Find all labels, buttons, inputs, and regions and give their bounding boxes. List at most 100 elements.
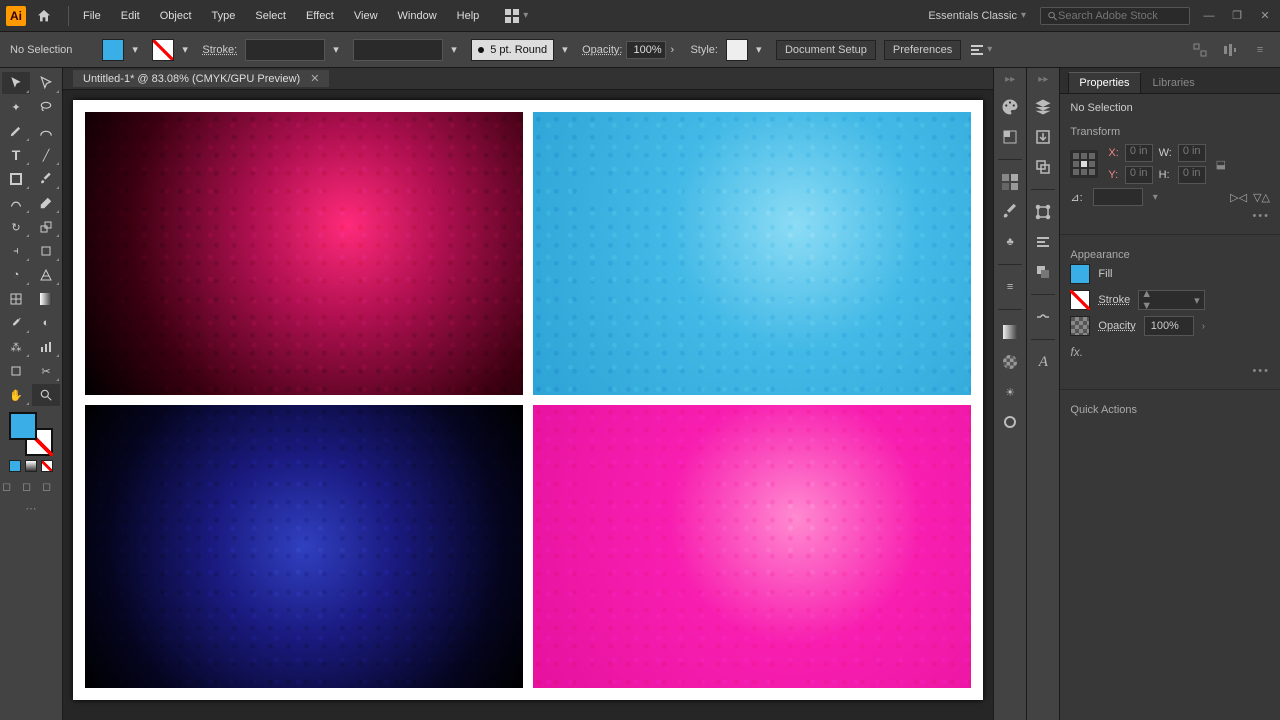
color-panel-icon[interactable]	[998, 95, 1022, 119]
symbol-sprayer-tool[interactable]: ⁂	[2, 336, 30, 358]
window-close-icon[interactable]: ✕	[1256, 9, 1274, 23]
h-field[interactable]: 0 in	[1178, 166, 1206, 184]
rectangle-tool[interactable]	[2, 168, 30, 190]
magic-wand-tool[interactable]: ✦	[2, 96, 30, 118]
transparency-panel-icon[interactable]	[998, 350, 1022, 374]
pathfinder-panel-icon[interactable]	[1031, 260, 1055, 284]
brush-definition[interactable]: 5 pt. Round	[471, 39, 554, 61]
scale-tool[interactable]	[32, 216, 60, 238]
document-setup-button[interactable]: Document Setup	[776, 40, 876, 60]
window-restore-icon[interactable]: ❐	[1228, 9, 1246, 23]
transform-more-options[interactable]: •••	[1252, 210, 1270, 222]
line-segment-tool[interactable]: ╱	[32, 144, 60, 166]
align-to-dropdown[interactable]: ▾	[969, 42, 992, 58]
fill-indicator[interactable]	[9, 412, 37, 440]
search-stock-field[interactable]	[1040, 7, 1190, 25]
stroke-swatch[interactable]	[152, 39, 174, 61]
appearance-panel-icon[interactable]: ☀	[998, 380, 1022, 404]
stroke-weight-field[interactable]	[245, 39, 325, 61]
profile-dropdown[interactable]: ▾	[451, 43, 463, 56]
character-panel-icon[interactable]: A	[1031, 350, 1055, 374]
opacity-dropdown[interactable]: ›	[670, 44, 682, 56]
pen-tool[interactable]	[2, 120, 30, 142]
edit-toolbar-icon[interactable]: ⋯	[2, 502, 60, 515]
brushes-panel-icon[interactable]	[998, 200, 1022, 224]
menu-view[interactable]: View	[344, 5, 388, 27]
brush-dropdown[interactable]: ▾	[562, 43, 574, 56]
gradient-tool[interactable]	[32, 288, 60, 310]
mesh-tool[interactable]	[2, 288, 30, 310]
eraser-tool[interactable]	[32, 192, 60, 214]
appearance-more-options[interactable]: •••	[1252, 365, 1270, 377]
menu-select[interactable]: Select	[245, 5, 296, 27]
gradient-panel-icon[interactable]	[998, 320, 1022, 344]
menu-file[interactable]: File	[73, 5, 111, 27]
curvature-tool[interactable]	[32, 120, 60, 142]
menu-help[interactable]: Help	[447, 5, 490, 27]
none-mode-icon[interactable]	[41, 460, 53, 472]
opacity-label[interactable]: Opacity:	[582, 44, 622, 56]
slice-tool[interactable]: ✂	[32, 360, 60, 382]
stroke-label[interactable]: Stroke:	[202, 44, 237, 56]
menu-window[interactable]: Window	[388, 5, 447, 27]
artwork-magenta[interactable]	[533, 405, 971, 688]
reference-point-selector[interactable]	[1070, 150, 1098, 178]
opacity-row-dropdown[interactable]: ›	[1202, 321, 1205, 332]
align-panel-icon[interactable]	[1220, 40, 1240, 60]
width-tool[interactable]: ⫞	[2, 240, 30, 262]
angle-dropdown[interactable]: ▾	[1153, 192, 1158, 203]
arrange-documents-icon[interactable]: ▾	[499, 5, 534, 27]
fx-row[interactable]: fx.	[1070, 339, 1270, 365]
w-field[interactable]: 0 in	[1178, 144, 1206, 162]
fill-stroke-indicator[interactable]	[9, 412, 53, 456]
link-wh-icon[interactable]: ⬓	[1216, 158, 1226, 171]
draw-behind-icon[interactable]: ◻	[22, 480, 40, 494]
tab-libraries[interactable]: Libraries	[1143, 73, 1205, 93]
graphic-styles-panel-icon[interactable]	[998, 410, 1022, 434]
close-icon[interactable]: ✕	[310, 72, 319, 85]
artwork-pink-black[interactable]	[85, 112, 523, 395]
color-mode-icon[interactable]	[9, 460, 21, 472]
layers-panel-icon[interactable]	[1031, 95, 1055, 119]
style-dropdown[interactable]: ▾	[756, 43, 768, 56]
transform-panel-icon[interactable]	[1190, 40, 1210, 60]
search-stock-input[interactable]	[1058, 10, 1183, 22]
flip-horizontal-icon[interactable]: ▷◁	[1230, 191, 1247, 204]
flip-vertical-icon[interactable]: ▽△	[1253, 191, 1270, 204]
artboard-tool[interactable]	[2, 360, 30, 382]
appearance-fill-swatch[interactable]	[1070, 264, 1090, 284]
gradient-mode-icon[interactable]	[25, 460, 37, 472]
home-icon[interactable]	[32, 4, 56, 28]
variable-width-profile[interactable]	[353, 39, 443, 61]
zoom-tool[interactable]	[32, 384, 60, 406]
transform-panel-icon-2[interactable]	[1031, 200, 1055, 224]
stroke-row-label[interactable]: Stroke	[1098, 294, 1130, 306]
shaper-tool[interactable]	[2, 192, 30, 214]
type-tool[interactable]: T	[2, 144, 30, 166]
opacity-row-label[interactable]: Opacity	[1098, 320, 1135, 332]
selection-tool[interactable]	[2, 72, 30, 94]
window-minimize-icon[interactable]: —	[1200, 9, 1218, 23]
tab-properties[interactable]: Properties	[1068, 72, 1140, 93]
align-panel-icon-2[interactable]	[1031, 230, 1055, 254]
blend-tool[interactable]: ◐	[32, 312, 60, 334]
opacity-value-field[interactable]: 100%	[626, 41, 666, 59]
stroke-weight-dropdown[interactable]: ▾	[333, 43, 345, 56]
artwork-blue-black[interactable]	[85, 405, 523, 688]
perspective-grid-tool[interactable]	[32, 264, 60, 286]
shape-builder-tool[interactable]: ◔	[2, 264, 30, 286]
column-graph-tool[interactable]	[32, 336, 60, 358]
hand-tool[interactable]: ✋	[2, 384, 30, 406]
artwork-cyan[interactable]	[533, 112, 971, 395]
document-tab[interactable]: Untitled-1* @ 83.08% (CMYK/GPU Preview) …	[73, 70, 329, 87]
draw-normal-icon[interactable]: ◻	[2, 480, 20, 494]
lasso-tool[interactable]	[32, 96, 60, 118]
direct-selection-tool[interactable]	[32, 72, 60, 94]
appearance-stroke-weight[interactable]: ▲▼▾	[1138, 290, 1204, 310]
rotate-tool[interactable]: ↻	[2, 216, 30, 238]
free-transform-tool[interactable]	[32, 240, 60, 262]
character-panel-link-icon[interactable]	[1031, 305, 1055, 329]
draw-inside-icon[interactable]: ◻	[42, 480, 60, 494]
asset-export-panel-icon[interactable]	[1031, 125, 1055, 149]
angle-field[interactable]	[1093, 188, 1143, 206]
